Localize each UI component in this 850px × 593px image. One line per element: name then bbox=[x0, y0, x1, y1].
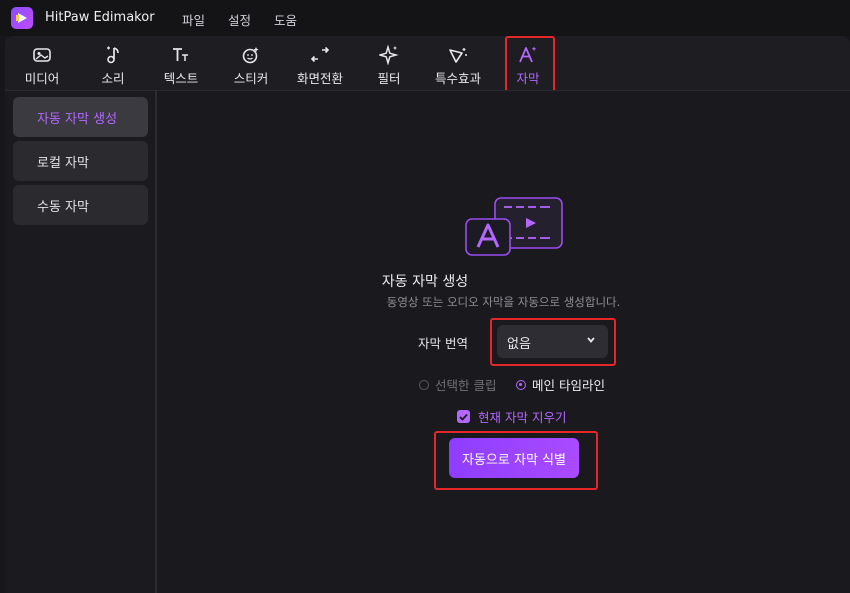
radio-circle-icon bbox=[419, 379, 429, 390]
app-logo-icon bbox=[11, 7, 33, 29]
checkmark-icon bbox=[457, 410, 470, 423]
tab-audio-label: 소리 bbox=[101, 71, 125, 86]
radio-selected-clip-label: 선택한 클립 bbox=[435, 378, 497, 393]
menu-help[interactable]: 도움 bbox=[274, 10, 297, 29]
tab-media-label: 미디어 bbox=[24, 71, 60, 86]
title-bar: HitPaw Edimakor 파일 설정 도움 bbox=[0, 0, 850, 36]
sidebar-item-auto-subtitle[interactable]: 자동 자막 생성 bbox=[13, 97, 148, 137]
translate-label: 자막 번역 bbox=[418, 336, 468, 351]
menu-file[interactable]: 파일 bbox=[182, 10, 205, 29]
highlight-subtitle-tab bbox=[505, 36, 555, 96]
effects-icon bbox=[447, 42, 469, 68]
highlight-translate-select bbox=[490, 318, 616, 366]
tab-transition[interactable]: 화면전환 bbox=[292, 36, 348, 90]
subtitle-sidebar: 자동 자막 생성 로컬 자막 수동 자막 bbox=[5, 91, 155, 593]
tab-filter-label: 필터 bbox=[377, 71, 401, 86]
tab-filter[interactable]: 필터 bbox=[374, 36, 404, 90]
tab-transition-label: 화면전환 bbox=[296, 71, 343, 86]
tab-media[interactable]: 미디어 bbox=[22, 36, 62, 90]
auto-subtitle-description: 동영상 또는 오디오 자막을 자동으로 생성합니다. bbox=[386, 295, 621, 309]
media-icon bbox=[32, 42, 52, 68]
music-note-icon bbox=[104, 42, 122, 68]
clear-subtitle-checkbox[interactable]: 현재 자막 지우기 bbox=[457, 407, 566, 426]
text-icon bbox=[171, 42, 191, 68]
highlight-action-button bbox=[434, 431, 598, 490]
filter-sparkle-icon bbox=[379, 42, 399, 68]
app-title: HitPaw Edimakor bbox=[45, 10, 155, 25]
auto-subtitle-title: 자동 자막 생성 bbox=[381, 274, 469, 290]
radio-selected-clip[interactable]: 선택한 클립 bbox=[419, 375, 496, 394]
radio-main-timeline-label: 메인 타임라인 bbox=[532, 378, 605, 393]
top-toolbar: 미디어 소리 텍스트 스티커 화면전환 필터 특수효과 자막 bbox=[5, 36, 850, 90]
sidebar-item-manual-subtitle[interactable]: 수동 자막 bbox=[13, 185, 148, 225]
tab-sticker-label: 스티커 bbox=[233, 71, 269, 86]
tab-effects[interactable]: 특수효과 bbox=[430, 36, 486, 90]
menu-settings[interactable]: 설정 bbox=[228, 10, 251, 29]
clear-subtitle-label: 현재 자막 지우기 bbox=[478, 410, 567, 425]
sticker-icon bbox=[241, 42, 261, 68]
tab-text-label: 텍스트 bbox=[163, 71, 199, 86]
auto-subtitle-illustration bbox=[465, 197, 563, 256]
radio-main-timeline[interactable]: 메인 타임라인 bbox=[516, 375, 605, 394]
sidebar-item-local-subtitle[interactable]: 로컬 자막 bbox=[13, 141, 148, 181]
tab-audio[interactable]: 소리 bbox=[98, 36, 128, 90]
tab-effects-label: 특수효과 bbox=[434, 71, 481, 86]
transition-icon bbox=[309, 42, 331, 68]
tab-sticker[interactable]: 스티커 bbox=[230, 36, 272, 90]
radio-circle-icon bbox=[516, 379, 526, 390]
tab-text[interactable]: 텍스트 bbox=[160, 36, 202, 90]
